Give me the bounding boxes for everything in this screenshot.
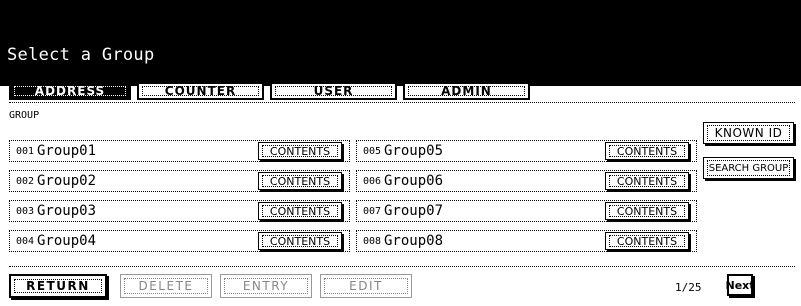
- group-number: 004: [16, 236, 35, 247]
- contents-button[interactable]: CONTENTS: [605, 232, 689, 250]
- search-group-button[interactable]: SEARCH GROUP: [703, 157, 794, 179]
- group-name: Group06: [384, 173, 444, 189]
- next-button[interactable]: Next: [725, 274, 755, 296]
- contents-button[interactable]: CONTENTS: [258, 142, 342, 160]
- edit-button[interactable]: EDIT: [320, 274, 412, 298]
- entry-button[interactable]: ENTRY: [220, 274, 312, 298]
- group-row-04[interactable]: 004 Group04 CONTENTS: [9, 230, 350, 252]
- page-title: Select a Group: [7, 45, 155, 65]
- contents-button[interactable]: CONTENTS: [605, 172, 689, 190]
- group-number: 007: [363, 206, 382, 217]
- header-bar: Select a Group: [0, 0, 801, 86]
- group-number: 001: [16, 146, 35, 157]
- group-number: 002: [16, 176, 35, 187]
- group-row-02[interactable]: 002 Group02 CONTENTS: [9, 170, 350, 192]
- group-row-06[interactable]: 006 Group06 CONTENTS: [356, 170, 697, 192]
- group-row-05[interactable]: 005 Group05 CONTENTS: [356, 140, 697, 162]
- group-number: 003: [16, 206, 35, 217]
- group-row-08[interactable]: 008 Group08 CONTENTS: [356, 230, 697, 252]
- group-name: Group05: [384, 143, 444, 159]
- group-row-03[interactable]: 003 Group03 CONTENTS: [9, 200, 350, 222]
- contents-button[interactable]: CONTENTS: [605, 202, 689, 220]
- contents-button[interactable]: CONTENTS: [605, 142, 689, 160]
- group-heading: GROUP: [9, 110, 40, 121]
- contents-button[interactable]: CONTENTS: [258, 232, 342, 250]
- contents-button[interactable]: CONTENTS: [258, 172, 342, 190]
- tab-divider: [9, 102, 795, 103]
- page-indicator: 1/25: [675, 281, 702, 294]
- tab-address[interactable]: ADDRESS: [9, 82, 131, 100]
- group-name: Group04: [37, 233, 97, 249]
- footer-divider: [9, 266, 795, 267]
- group-name: Group07: [384, 203, 444, 219]
- group-number: 008: [363, 236, 382, 247]
- group-row-01[interactable]: 001 Group01 CONTENTS: [9, 140, 350, 162]
- known-id-button[interactable]: KNOWN ID: [703, 122, 794, 144]
- group-name: Group03: [37, 203, 97, 219]
- tab-admin[interactable]: ADMIN: [403, 82, 530, 100]
- tab-counter[interactable]: COUNTER: [137, 82, 264, 100]
- delete-button[interactable]: DELETE: [120, 274, 212, 298]
- return-button[interactable]: RETURN: [9, 274, 107, 298]
- group-name: Group02: [37, 173, 97, 189]
- group-number: 006: [363, 176, 382, 187]
- tab-user[interactable]: USER: [270, 82, 397, 100]
- group-number: 005: [363, 146, 382, 157]
- contents-button[interactable]: CONTENTS: [258, 202, 342, 220]
- group-name: Group01: [37, 143, 97, 159]
- group-row-07[interactable]: 007 Group07 CONTENTS: [356, 200, 697, 222]
- group-name: Group08: [384, 233, 444, 249]
